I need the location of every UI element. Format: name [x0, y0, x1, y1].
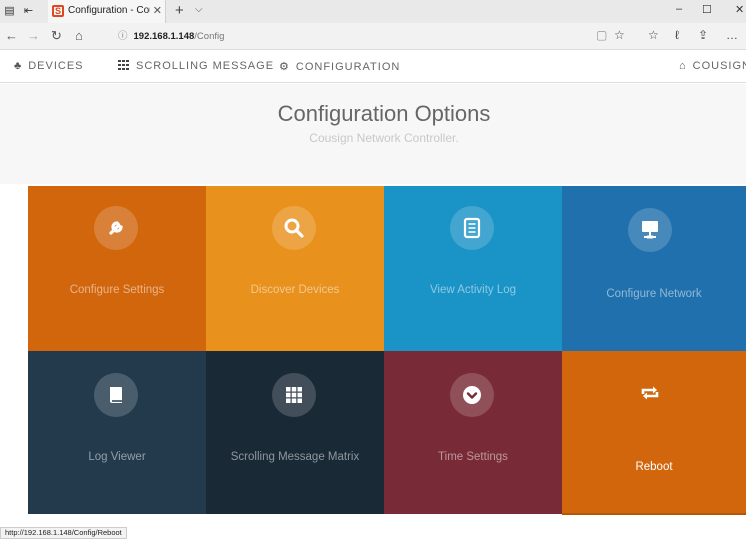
sitemap-icon: ♣: [14, 60, 23, 72]
favorites-hub-icon[interactable]: ☆: [648, 28, 659, 42]
tab-list-chevron-icon[interactable]: ⌵: [195, 4, 203, 15]
new-tab-icon[interactable]: +: [175, 2, 184, 19]
brand-label: COUSIGN: [692, 60, 746, 72]
close-window-icon[interactable]: ✕: [735, 3, 744, 16]
reboot-arrows-icon: [628, 371, 672, 415]
document-icon: [450, 206, 494, 250]
tile-configure-settings[interactable]: Configure Settings: [28, 186, 206, 351]
reading-view-icon[interactable]: ▢: [596, 28, 607, 42]
tab-preview-icon[interactable]: ▤: [3, 5, 16, 17]
page-title: Configuration Options: [277, 101, 491, 126]
tab-configuration[interactable]: S Configuration - Cousigr ✕: [48, 0, 166, 23]
nav-scrolling-message[interactable]: SCROLLING MESSAGE: [118, 60, 274, 72]
url-host: 192.168.1.148: [133, 31, 195, 42]
tile-log-viewer[interactable]: Log Viewer: [28, 351, 206, 514]
set-aside-tabs-icon[interactable]: ⇤: [22, 5, 35, 17]
nav-configuration[interactable]: ⚙ CONFIGURATION: [279, 60, 400, 73]
tile-discover-devices[interactable]: Discover Devices: [206, 186, 384, 351]
tile-label: Configure Network: [606, 288, 702, 300]
book-icon: [94, 373, 138, 417]
site-nav-bar: ♣ DEVICES SCROLLING MESSAGE ⚙ CONFIGURATIO…: [0, 50, 746, 83]
nav-scrolling-message-label: SCROLLING MESSAGE: [136, 60, 275, 72]
tile-label: Configure Settings: [69, 284, 165, 296]
tile-label: Scrolling Message Matrix: [230, 451, 360, 463]
more-menu-icon[interactable]: …: [726, 28, 738, 42]
home-brand-icon: ⌂: [679, 60, 687, 72]
tab-strip: ▤ ⇤ S Configuration - Cousigr ✕ + ⌵ – ☐ …: [0, 0, 746, 23]
tile-view-activity-log[interactable]: View Activity Log: [384, 186, 562, 351]
site-favicon-icon: S: [52, 5, 64, 17]
tile-label: Time Settings: [438, 451, 508, 463]
browser-window: ▤ ⇤ S Configuration - Cousigr ✕ + ⌵ – ☐ …: [0, 0, 746, 539]
tile-label: View Activity Log: [429, 284, 517, 296]
tile-reboot[interactable]: Reboot: [562, 351, 746, 514]
web-note-icon[interactable]: ℓ: [675, 28, 679, 42]
url-field[interactable]: ⓘ 192.168.1.148/Config: [118, 28, 628, 45]
status-bar-url: http://192.168.1.148/Config/Reboot: [0, 527, 127, 539]
nav-devices[interactable]: ♣ DEVICES: [14, 60, 84, 72]
tile-time-settings[interactable]: Time Settings: [384, 351, 562, 514]
address-bar-row: ← → ↻ ⌂ ⓘ 192.168.1.148/Config ▢ ☆ ☆ ℓ ⇪ …: [0, 23, 746, 50]
wrench-icon: [94, 206, 138, 250]
tab-title: Configuration - Cousigr: [68, 5, 150, 16]
tile-label: Discover Devices: [250, 284, 340, 296]
cogs-icon: ⚙: [279, 61, 290, 73]
tile-configure-network[interactable]: Configure Network: [562, 186, 746, 351]
refresh-icon[interactable]: ↻: [51, 28, 62, 44]
site-info-icon[interactable]: ⓘ: [118, 31, 128, 42]
url-path: /Config: [194, 31, 225, 42]
back-icon[interactable]: ←: [5, 28, 18, 43]
nav-brand[interactable]: ⌂ COUSIGN: [679, 60, 746, 72]
page-header: Configuration Options Cousign Network Co…: [0, 84, 746, 184]
monitor-network-icon: [628, 208, 672, 252]
chevron-circle-icon: [450, 373, 494, 417]
search-icon: [272, 206, 316, 250]
tile-scrolling-message-matrix[interactable]: Scrolling Message Matrix: [206, 351, 384, 514]
favorite-star-icon[interactable]: ☆: [614, 28, 625, 42]
nav-configuration-label: CONFIGURATION: [295, 61, 401, 73]
tile-label: Log Viewer: [88, 451, 146, 463]
grid-icon: [272, 373, 316, 417]
th-grid-icon: [118, 60, 130, 70]
forward-icon[interactable]: →: [27, 28, 40, 43]
home-icon[interactable]: ⌂: [75, 28, 83, 43]
tile-label: Reboot: [635, 461, 673, 473]
maximize-icon[interactable]: ☐: [702, 3, 712, 16]
tile-bottom-border: [562, 513, 746, 515]
minimize-icon[interactable]: –: [676, 3, 682, 15]
close-tab-icon[interactable]: ✕: [153, 4, 162, 17]
nav-devices-label: DEVICES: [28, 60, 84, 72]
share-icon[interactable]: ⇪: [698, 28, 708, 42]
page-subtitle: Cousign Network Controller.: [309, 131, 459, 145]
